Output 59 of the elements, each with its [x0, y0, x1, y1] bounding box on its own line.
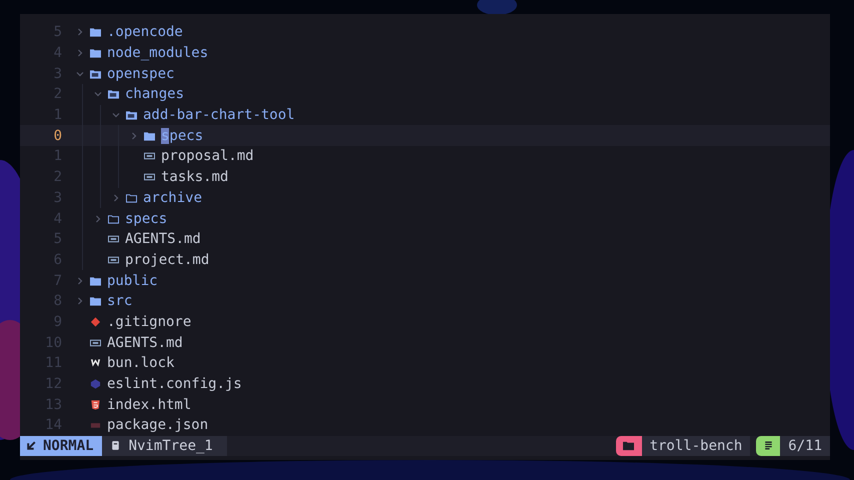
file-name: .opencode	[107, 24, 183, 40]
chevron-down-icon[interactable]	[112, 111, 120, 120]
file-name: index.html	[107, 396, 192, 413]
arrow-icon	[26, 440, 37, 452]
chevron-right-icon[interactable]	[76, 276, 84, 285]
html-icon	[90, 400, 101, 410]
file-name: src	[107, 293, 132, 310]
mode-text: NORMAL	[43, 438, 94, 454]
file-name: tasks.md	[161, 169, 228, 186]
open-folder-icon	[108, 89, 119, 100]
markdown-file-icon	[144, 151, 155, 162]
folder-outline-icon	[126, 192, 137, 203]
markdown-file-icon	[108, 254, 119, 265]
file-name: eslint.config.js	[107, 376, 242, 392]
file-name: AGENTS.md	[125, 231, 201, 248]
open-folder-icon	[90, 68, 101, 79]
git-icon	[90, 316, 101, 327]
file-name: package.json	[107, 417, 208, 434]
chevron-right-icon[interactable]	[94, 214, 102, 223]
chevron-down-icon[interactable]	[76, 70, 84, 78]
file-name: project.md	[125, 252, 210, 268]
file-icon	[110, 440, 121, 452]
file-name: bun.lock	[107, 355, 174, 372]
file-name: add-bar-chart-tool	[143, 107, 295, 124]
file-name: .gitignore	[107, 314, 192, 330]
file-name: openspec	[107, 66, 174, 82]
folder-icon	[90, 276, 101, 286]
chevron-right-icon[interactable]	[112, 194, 120, 202]
markdown-file-icon	[108, 234, 119, 244]
folder-icon	[90, 296, 101, 306]
file-name: public	[107, 272, 158, 289]
markdown-file-icon	[90, 338, 101, 348]
chevron-right-icon[interactable]	[76, 28, 84, 36]
buffer-tab[interactable]: NvimTree_1	[102, 436, 227, 456]
eslint-icon	[90, 379, 101, 390]
line-number: 0	[52, 128, 63, 144]
cursor-position: 6/11	[780, 436, 830, 456]
file-name: changes	[125, 86, 184, 102]
file-name: proposal.md	[161, 148, 254, 164]
package-icon	[90, 420, 101, 430]
lines-icon	[762, 440, 774, 452]
file-name: specs	[125, 210, 168, 227]
folder-icon	[90, 48, 101, 58]
folder-icon	[623, 440, 634, 452]
bun-icon	[90, 358, 101, 368]
buffer-name: NvimTree_1	[128, 438, 213, 454]
file-name: AGENTS.md	[107, 334, 183, 351]
file-name: archive	[143, 190, 202, 206]
chevron-right-icon[interactable]	[130, 132, 138, 140]
folder-icon	[144, 130, 155, 141]
project-name: troll-bench	[642, 436, 750, 456]
open-folder-icon	[126, 110, 137, 120]
file-name: node_modules	[107, 45, 208, 62]
folder-outline-icon	[108, 214, 119, 224]
chevron-down-icon[interactable]	[94, 90, 102, 98]
chevron-right-icon[interactable]	[76, 297, 84, 306]
chevron-right-icon[interactable]	[76, 49, 84, 58]
markdown-file-icon	[144, 172, 155, 182]
folder-icon	[90, 27, 101, 38]
